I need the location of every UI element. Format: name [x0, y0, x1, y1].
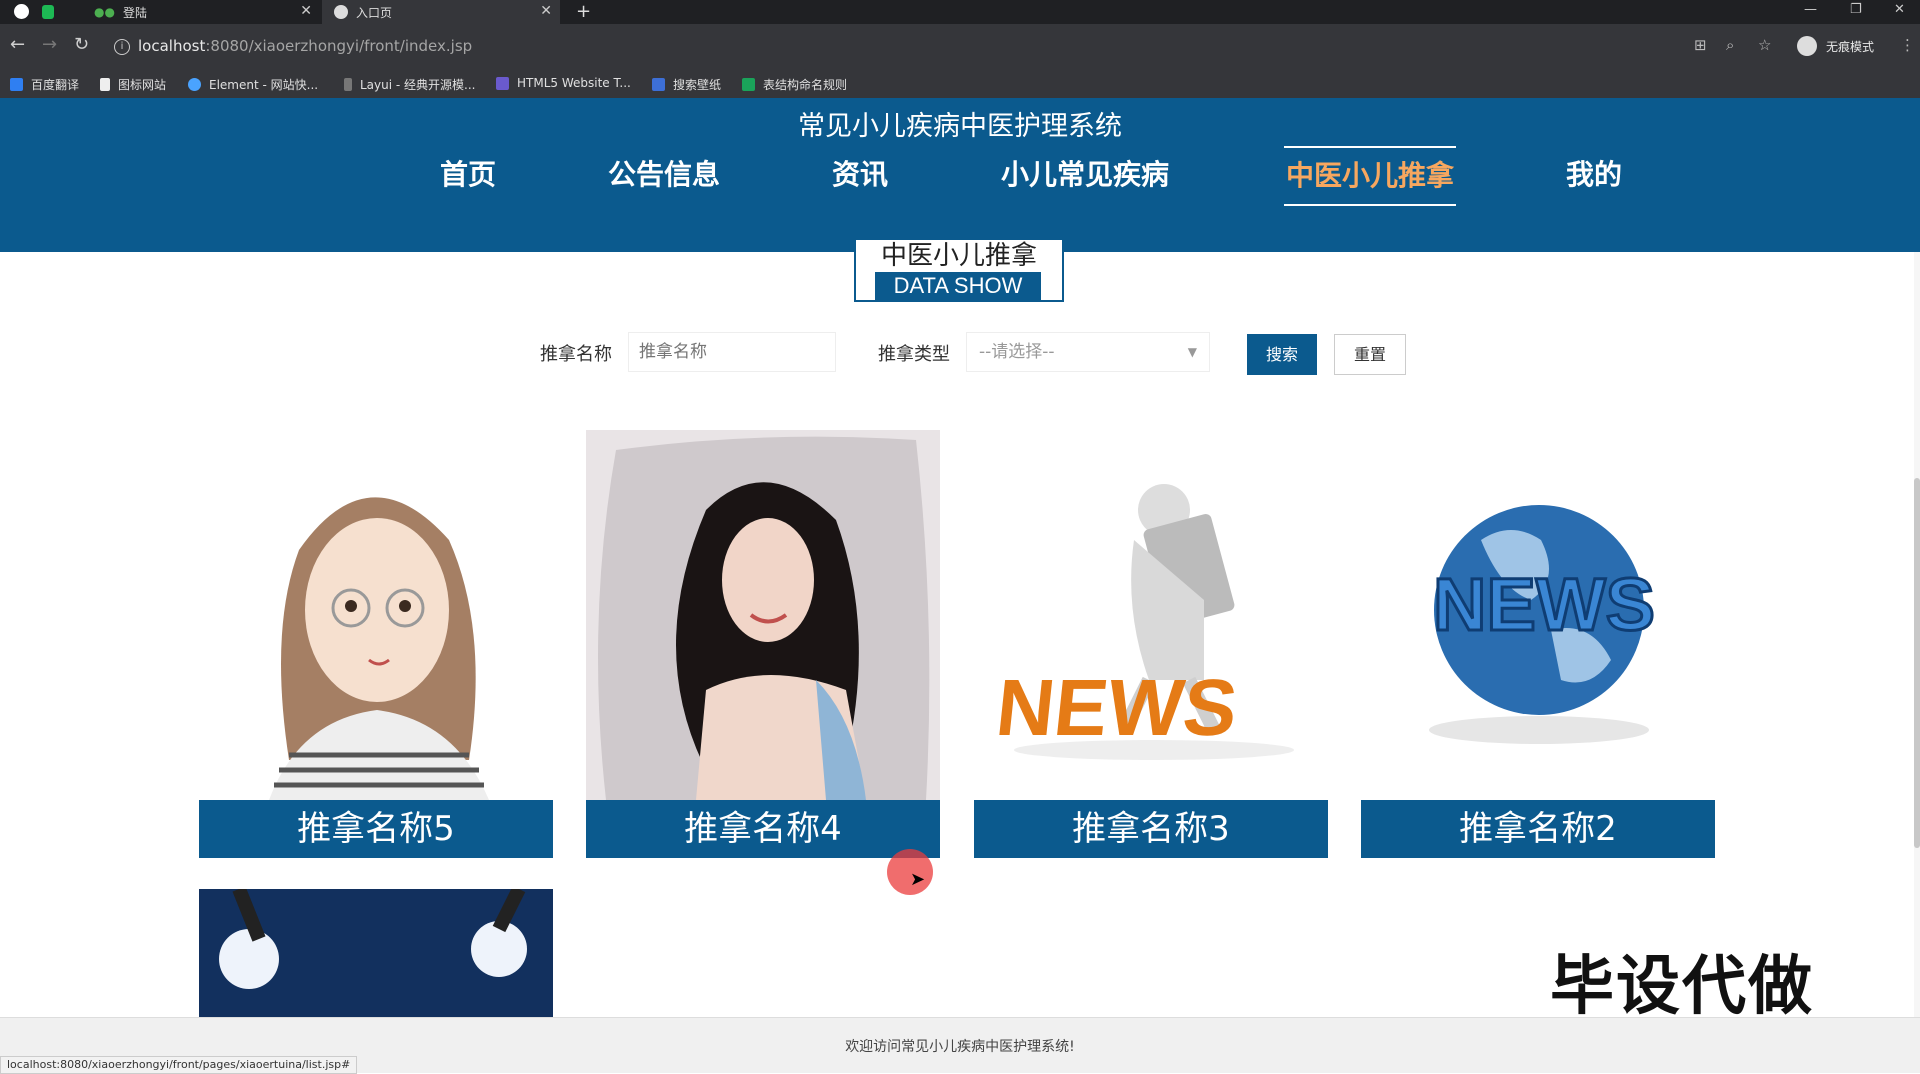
element-icon — [188, 78, 201, 91]
name-search-input[interactable] — [628, 332, 836, 372]
type-label: 推拿类型 — [878, 344, 950, 365]
news-globe-text: NEWS — [1433, 563, 1655, 646]
bookmarks-bar: 百度翻译 图标网站 Element - 网站快... Layui - 经典开源模… — [0, 68, 1920, 99]
bookmark-label: 图标网站 — [118, 78, 167, 92]
tab-label: 登陆 — [122, 5, 147, 20]
dots-icon: ●● — [94, 5, 115, 19]
massage-card-partial[interactable] — [199, 889, 553, 1017]
section-title-box: 中医小儿推拿 DATA SHOW — [854, 240, 1064, 302]
url-field[interactable]: localhost:8080/xiaoerzhongyi/front/index… — [138, 37, 472, 55]
flag-icon — [100, 78, 110, 91]
status-url: localhost:8080/xiaoerzhongyi/front/pages… — [0, 1056, 358, 1074]
cartoon-girl-image — [199, 430, 553, 800]
info-icon[interactable]: i — [114, 39, 130, 55]
layui-icon — [344, 78, 352, 91]
massage-card[interactable]: 推拿名称5 — [199, 430, 553, 862]
news-globe-image: NEWS — [1361, 430, 1715, 800]
bookmark-item[interactable]: 搜索壁纸 — [652, 76, 721, 93]
wallpaper-icon — [652, 78, 665, 91]
bookmark-label: 搜索壁纸 — [673, 78, 722, 92]
chevron-down-icon: ▼ — [1187, 345, 1197, 359]
address-bar: ← → ↻ i localhost:8080/xiaoerzhongyi/fro… — [0, 24, 1920, 68]
close-window-icon[interactable]: ✕ — [1894, 2, 1905, 17]
incognito-icon — [1797, 36, 1817, 56]
section-title-en: DATA SHOW — [875, 272, 1041, 300]
card-label: 推拿名称5 — [199, 800, 553, 858]
tab-label: 入口页 — [356, 5, 393, 20]
browser-tab-bar: ●● 登陆 ✕ 入口页 ✕ + — ❐ ✕ — [0, 0, 1920, 24]
spotlights-image — [199, 889, 553, 1017]
watermark-text: 毕设代做 — [1550, 950, 1814, 1024]
name-label: 推拿名称 — [540, 344, 612, 365]
bookmark-item[interactable]: 表结构命名规则 — [742, 76, 847, 93]
nav-news[interactable]: 资讯 — [810, 146, 910, 204]
browser-menu-icon[interactable] — [14, 4, 29, 19]
nav-massage[interactable]: 中医小儿推拿 — [1284, 146, 1456, 206]
card-label: 推拿名称2 — [1361, 800, 1715, 858]
green-app-icon — [42, 5, 54, 19]
bookmark-star-icon[interactable]: ☆ — [1758, 36, 1771, 54]
search-button[interactable]: 搜索 — [1247, 334, 1317, 375]
bookmark-item[interactable]: HTML5 Website T... — [496, 76, 631, 90]
tab-entry[interactable]: 入口页 ✕ — [322, 0, 560, 24]
reload-icon[interactable]: ↻ — [74, 34, 89, 55]
bookmark-item[interactable]: 图标网站 — [100, 76, 166, 93]
minimize-icon[interactable]: — — [1804, 2, 1817, 17]
type-select-value: --请选择-- — [979, 342, 1055, 362]
forward-icon[interactable]: → — [42, 34, 57, 55]
sheet-icon — [742, 78, 755, 91]
site-header: 常见小儿疾病中医护理系统 首页 公告信息 资讯 小儿常见疾病 中医小儿推拿 我的 — [0, 98, 1920, 252]
close-tab-icon[interactable]: ✕ — [300, 3, 312, 19]
restore-icon[interactable]: ❐ — [1850, 2, 1862, 17]
bookmark-item[interactable]: Element - 网站快... — [188, 76, 318, 93]
footer-text: 欢迎访问常见小儿疾病中医护理系统! — [845, 1039, 1075, 1055]
bookmark-item[interactable]: 百度翻译 — [10, 76, 79, 93]
nav-announcements[interactable]: 公告信息 — [598, 146, 730, 204]
tab-login[interactable]: ●● 登陆 ✕ — [70, 0, 320, 24]
globe-icon — [334, 5, 348, 19]
translate-bookmark-icon — [10, 78, 23, 91]
bookmark-label: 百度翻译 — [31, 78, 80, 92]
bookmark-item[interactable]: Layui - 经典开源模... — [344, 76, 475, 93]
tab-pinned[interactable] — [42, 0, 62, 24]
url-host: localhost — [138, 37, 206, 55]
massage-card[interactable]: 推拿名称4 — [586, 430, 940, 862]
section-title-cn: 中医小儿推拿 — [880, 241, 1037, 271]
type-select[interactable]: --请选择-- ▼ — [966, 332, 1210, 372]
site-title: 常见小儿疾病中医护理系统 — [798, 111, 1122, 142]
nav-mine[interactable]: 我的 — [1544, 146, 1644, 204]
massage-card[interactable]: NEWS 推拿名称3 — [974, 430, 1328, 862]
reset-button[interactable]: 重置 — [1334, 334, 1406, 375]
mouse-cursor-icon: ➤ — [910, 869, 926, 890]
bookmark-label: Layui - 经典开源模... — [360, 78, 476, 92]
massage-card[interactable]: NEWS 推拿名称2 — [1361, 430, 1715, 862]
html5-icon — [496, 76, 509, 90]
new-tab-button[interactable]: + — [576, 1, 591, 22]
menu-dots-icon[interactable]: ⋮ — [1900, 36, 1915, 54]
bookmark-label: HTML5 Website T... — [517, 76, 631, 90]
translate-icon[interactable]: ⊞ — [1694, 36, 1707, 54]
incognito-label[interactable]: 无痕模式 — [1826, 38, 1874, 55]
close-tab-icon[interactable]: ✕ — [540, 3, 552, 19]
news-reader-image: NEWS — [974, 430, 1328, 800]
back-icon[interactable]: ← — [10, 34, 25, 55]
card-label: 推拿名称3 — [974, 800, 1328, 858]
nav-home[interactable]: 首页 — [418, 146, 518, 204]
zoom-icon[interactable]: ⌕ — [1726, 36, 1734, 54]
nav-diseases[interactable]: 小儿常见疾病 — [990, 146, 1180, 204]
url-path: :8080/xiaoerzhongyi/front/index.jsp — [205, 37, 473, 55]
main-nav: 首页 公告信息 资讯 小儿常见疾病 中医小儿推拿 我的 — [0, 146, 1920, 206]
pillow-portrait-image — [586, 430, 940, 800]
scrollbar-thumb[interactable] — [1914, 478, 1920, 848]
card-label: 推拿名称4 — [586, 800, 940, 858]
bookmark-label: 表结构命名规则 — [763, 78, 848, 92]
news-text: NEWS — [992, 662, 1241, 752]
bookmark-label: Element - 网站快... — [209, 78, 319, 92]
